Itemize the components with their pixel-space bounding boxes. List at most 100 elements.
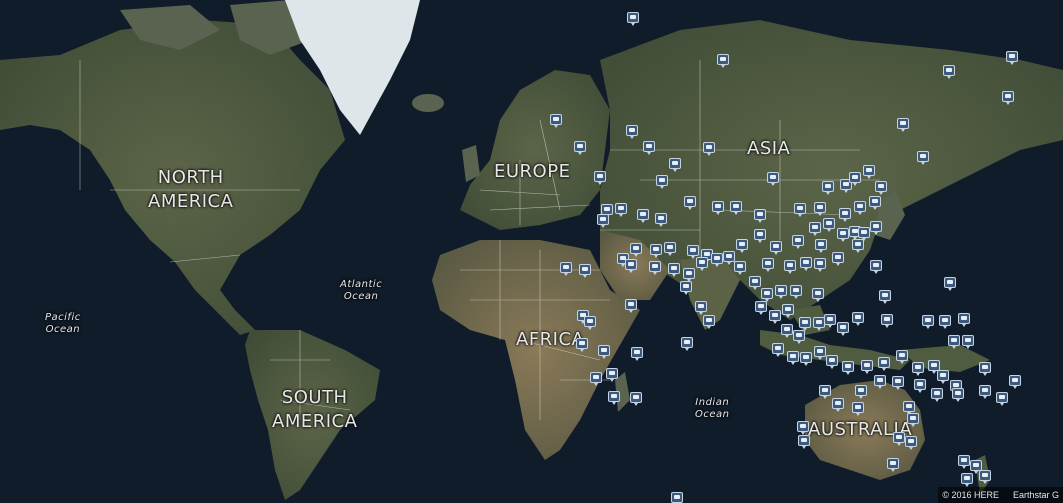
camera-icon[interactable] [839, 208, 851, 222]
camera-icon[interactable] [943, 65, 955, 79]
camera-icon[interactable] [590, 372, 602, 386]
camera-icon[interactable] [655, 213, 667, 227]
camera-icon[interactable] [822, 181, 834, 195]
world-map[interactable]: NORTH AMERICA SOUTH AMERICA EUROPE ASIA … [0, 0, 1063, 503]
camera-icon[interactable] [631, 347, 643, 361]
camera-icon[interactable] [597, 214, 609, 228]
camera-icon[interactable] [861, 360, 873, 374]
camera-icon[interactable] [762, 258, 774, 272]
camera-icon[interactable] [615, 203, 627, 217]
camera-icon[interactable] [703, 315, 715, 329]
camera-icon[interactable] [937, 370, 949, 384]
camera-icon[interactable] [952, 388, 964, 402]
camera-icon[interactable] [852, 312, 864, 326]
camera-icon[interactable] [712, 201, 724, 215]
camera-icon[interactable] [800, 257, 812, 271]
camera-icon[interactable] [842, 361, 854, 375]
camera-icon[interactable] [684, 196, 696, 210]
camera-icon[interactable] [914, 379, 926, 393]
camera-icon[interactable] [892, 376, 904, 390]
camera-icon[interactable] [574, 141, 586, 155]
camera-icon[interactable] [832, 252, 844, 266]
camera-icon[interactable] [837, 228, 849, 242]
camera-icon[interactable] [717, 54, 729, 68]
camera-icon[interactable] [703, 142, 715, 156]
camera-icon[interactable] [814, 346, 826, 360]
camera-icon[interactable] [782, 304, 794, 318]
camera-icon[interactable] [687, 245, 699, 259]
camera-icon[interactable] [627, 12, 639, 26]
camera-icon[interactable] [948, 335, 960, 349]
camera-icon[interactable] [775, 285, 787, 299]
camera-icon[interactable] [849, 172, 861, 186]
camera-icon[interactable] [832, 398, 844, 412]
camera-icon[interactable] [695, 301, 707, 315]
camera-icon[interactable] [897, 118, 909, 132]
camera-icon[interactable] [784, 260, 796, 274]
camera-icon[interactable] [1009, 375, 1021, 389]
camera-icon[interactable] [815, 239, 827, 253]
camera-icon[interactable] [961, 473, 973, 487]
camera-icon[interactable] [790, 285, 802, 299]
camera-icon[interactable] [625, 299, 637, 313]
camera-icon[interactable] [669, 158, 681, 172]
camera-icon[interactable] [962, 335, 974, 349]
camera-icon[interactable] [870, 221, 882, 235]
camera-icon[interactable] [799, 317, 811, 331]
camera-icon[interactable] [797, 421, 809, 435]
camera-icon[interactable] [903, 401, 915, 415]
camera-icon[interactable] [958, 313, 970, 327]
camera-icon[interactable] [781, 324, 793, 338]
camera-icon[interactable] [870, 260, 882, 274]
camera-icon[interactable] [754, 229, 766, 243]
camera-icon[interactable] [626, 125, 638, 139]
camera-icon[interactable] [917, 151, 929, 165]
camera-icon[interactable] [696, 257, 708, 271]
camera-icon[interactable] [958, 455, 970, 469]
camera-icon[interactable] [668, 263, 680, 277]
camera-icon[interactable] [749, 276, 761, 290]
camera-icon[interactable] [734, 261, 746, 275]
camera-icon[interactable] [939, 315, 951, 329]
camera-icon[interactable] [878, 357, 890, 371]
camera-icon[interactable] [630, 392, 642, 406]
camera-icon[interactable] [625, 259, 637, 273]
camera-icon[interactable] [650, 244, 662, 258]
camera-icon[interactable] [800, 352, 812, 366]
camera-icon[interactable] [683, 268, 695, 282]
camera-icon[interactable] [893, 432, 905, 446]
camera-icon[interactable] [723, 251, 735, 265]
camera-icon[interactable] [798, 435, 810, 449]
camera-icon[interactable] [944, 277, 956, 291]
camera-icon[interactable] [598, 345, 610, 359]
camera-icon[interactable] [809, 222, 821, 236]
camera-icon[interactable] [793, 330, 805, 344]
camera-icon[interactable] [979, 362, 991, 376]
camera-icon[interactable] [792, 235, 804, 249]
camera-icon[interactable] [1006, 51, 1018, 65]
camera-icon[interactable] [584, 316, 596, 330]
camera-icon[interactable] [912, 362, 924, 376]
camera-icon[interactable] [931, 388, 943, 402]
camera-icon[interactable] [887, 458, 899, 472]
camera-icon[interactable] [858, 227, 870, 241]
camera-icon[interactable] [852, 402, 864, 416]
camera-icon[interactable] [854, 201, 866, 215]
camera-icon[interactable] [996, 392, 1008, 406]
camera-icon[interactable] [812, 288, 824, 302]
camera-icon[interactable] [576, 338, 588, 352]
camera-icon[interactable] [819, 385, 831, 399]
camera-icon[interactable] [730, 201, 742, 215]
camera-icon[interactable] [736, 239, 748, 253]
camera-icon[interactable] [794, 203, 806, 217]
camera-icon[interactable] [769, 310, 781, 324]
camera-icon[interactable] [664, 242, 676, 256]
camera-icon[interactable] [823, 218, 835, 232]
camera-icon[interactable] [594, 171, 606, 185]
camera-icon[interactable] [837, 322, 849, 336]
camera-icon[interactable] [656, 175, 668, 189]
camera-icon[interactable] [643, 141, 655, 155]
camera-icon[interactable] [754, 209, 766, 223]
camera-icon[interactable] [787, 351, 799, 365]
camera-icon[interactable] [863, 165, 875, 179]
